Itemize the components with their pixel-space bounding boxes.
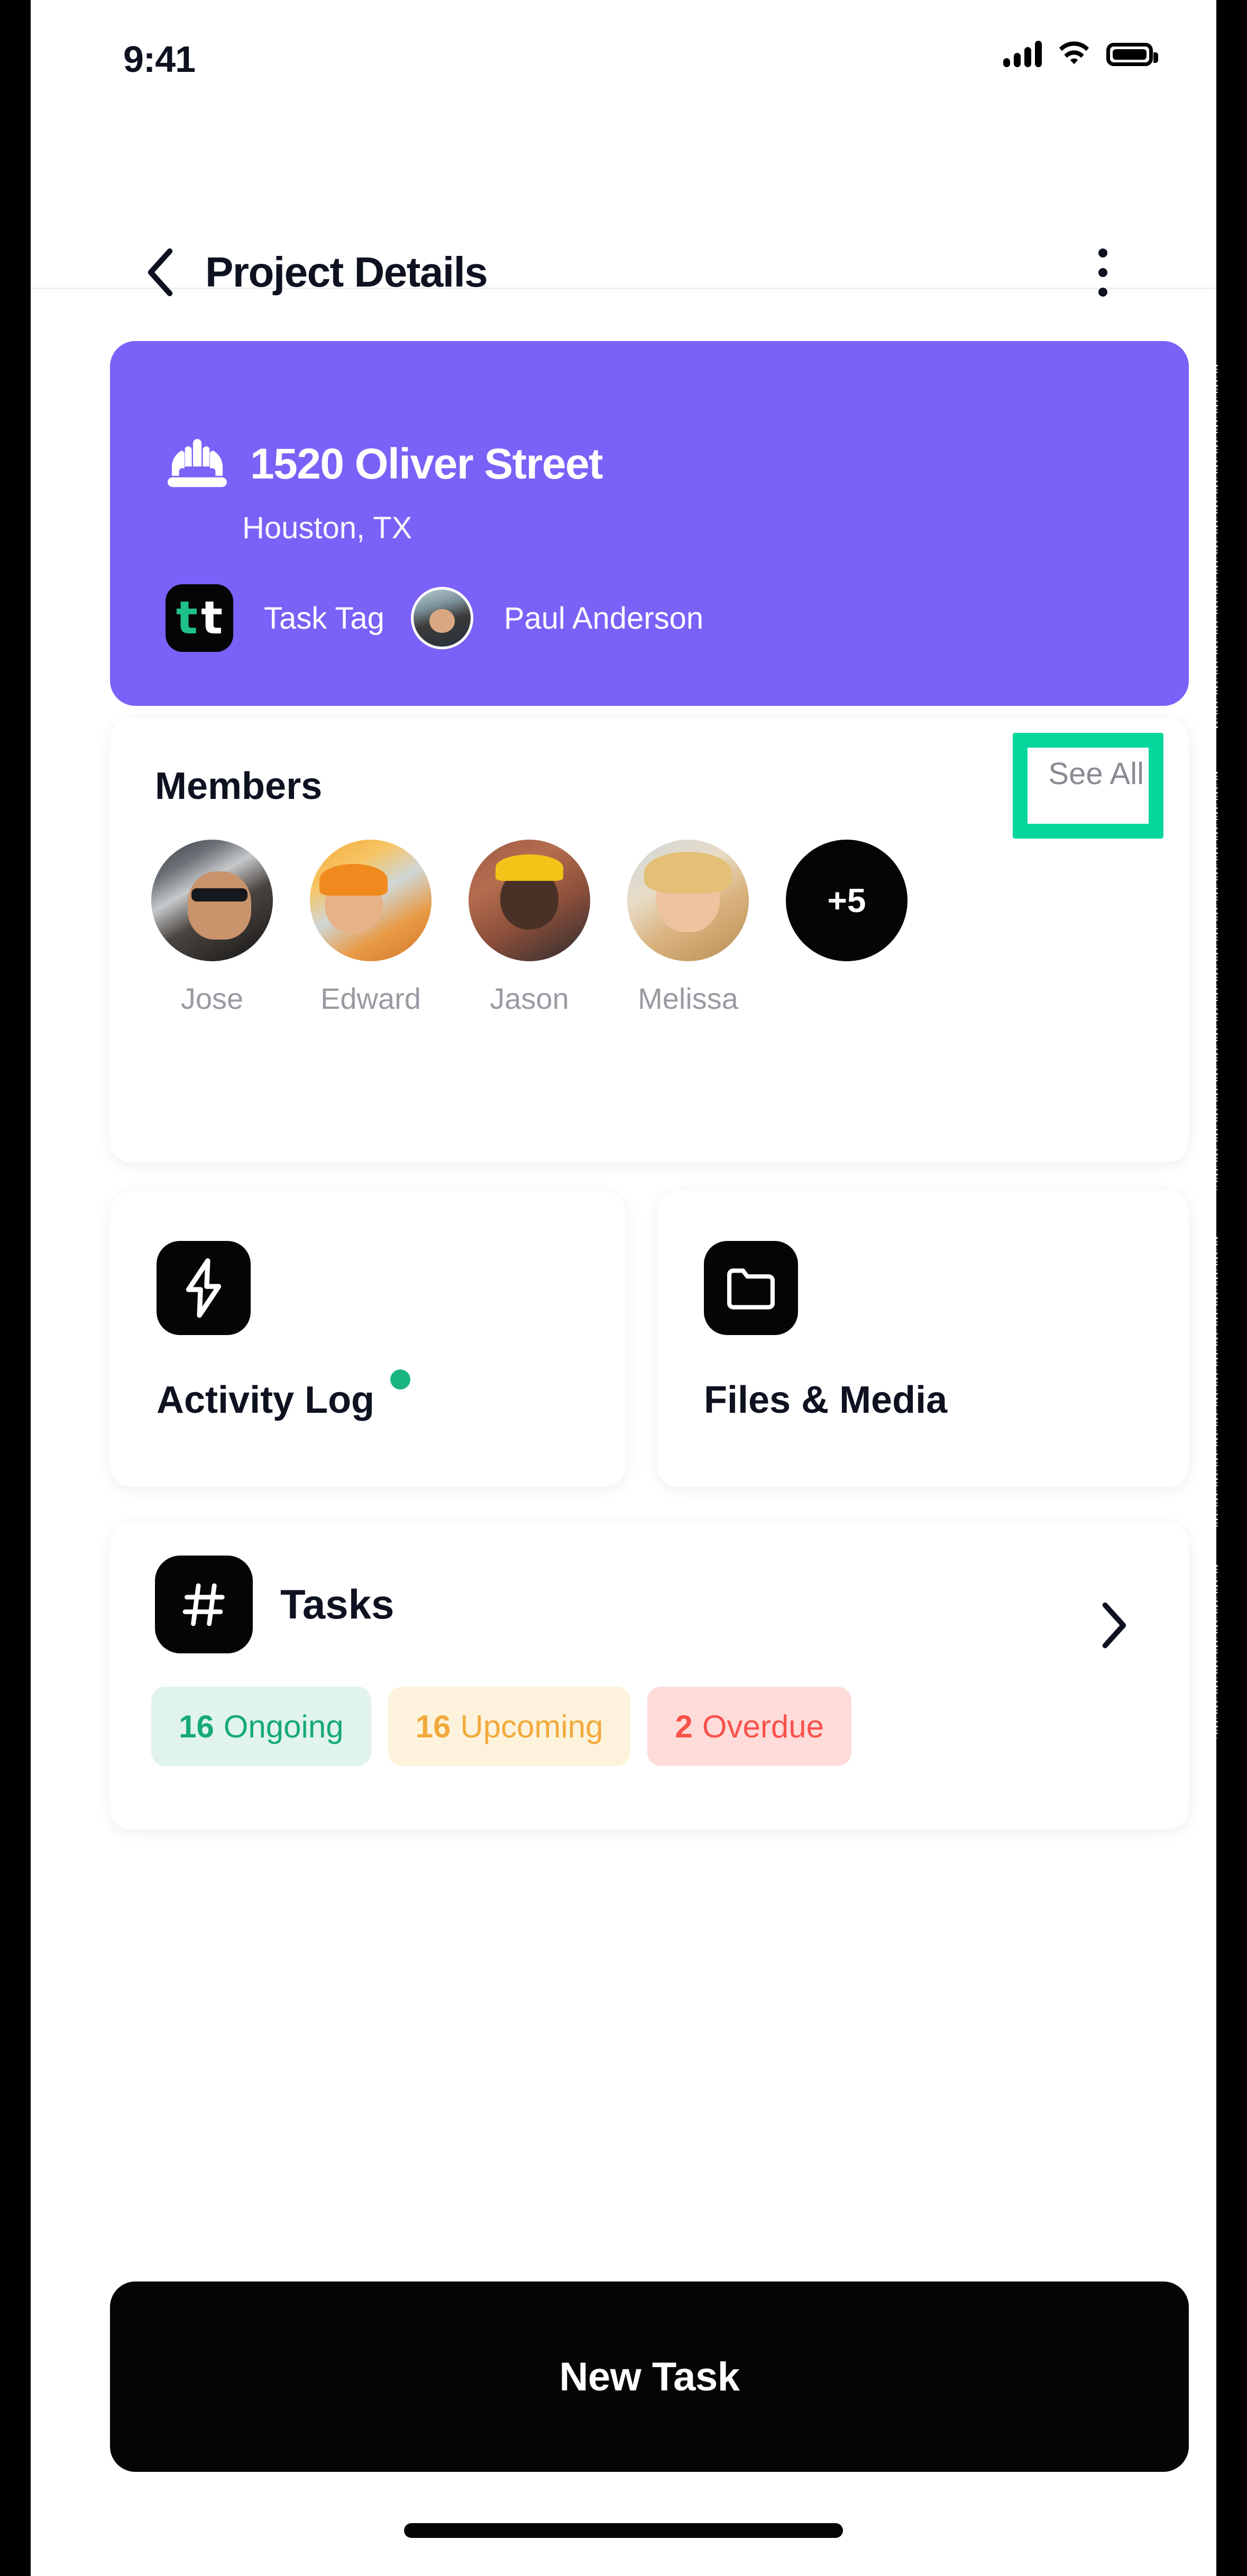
back-button[interactable] [136, 243, 184, 301]
project-summary-card[interactable]: 1520 Oliver Street Houston, TX t t Task … [110, 341, 1189, 706]
avatar [310, 840, 432, 961]
lightning-bolt-icon [157, 1241, 251, 1335]
battery-full-icon [1106, 43, 1158, 66]
cellular-signal-icon [1003, 41, 1042, 67]
tasks-header: Tasks [155, 1556, 394, 1653]
member-item[interactable]: Jose [151, 840, 273, 1016]
avatar [151, 840, 273, 961]
tasks-chevron-right-icon[interactable] [1098, 1601, 1128, 1652]
tasks-label: Tasks [280, 1581, 395, 1627]
members-overflow-count: +5 [786, 840, 907, 961]
member-item[interactable]: Edward [310, 840, 432, 1016]
status-bar-indicators [1003, 41, 1158, 68]
members-overflow-item[interactable]: +5 [786, 840, 907, 1016]
logo-letter-left: t [176, 591, 198, 645]
avatar [627, 840, 749, 961]
files-media-tile[interactable]: Files & Media [657, 1191, 1189, 1487]
phone-frame: 9:41 Project Details 1520 Oliver Street … [0, 0, 1247, 2576]
members-card: Members See All Jose Edward Jason Meliss… [110, 718, 1189, 1162]
chip-label: Ongoing [223, 1708, 344, 1744]
chip-label: Upcoming [460, 1708, 603, 1744]
folder-icon [704, 1241, 798, 1335]
home-indicator [404, 2523, 843, 2538]
project-tag-label: Task Tag [264, 601, 384, 636]
members-title: Members [155, 765, 323, 807]
avatar [469, 840, 590, 961]
status-bar: 9:41 [31, 0, 1216, 98]
chip-label: Overdue [702, 1708, 824, 1744]
project-name: 1520 Oliver Street [250, 439, 603, 488]
new-task-button[interactable]: New Task [110, 2281, 1189, 2472]
status-bar-clock: 9:41 [123, 39, 196, 80]
task-chip-overdue[interactable]: 2 Overdue [647, 1687, 851, 1766]
member-name: Melissa [638, 982, 738, 1015]
member-item[interactable]: Melissa [627, 840, 749, 1016]
activity-log-label: Activity Log [157, 1379, 375, 1421]
task-tag-logo-icon: t t [166, 584, 233, 652]
member-item[interactable]: Jason [469, 840, 590, 1016]
chip-count: 16 [415, 1708, 451, 1744]
tasks-card[interactable]: Tasks 16 Ongoing 16 Upcoming 2 Overdue [110, 1523, 1189, 1829]
hash-icon [155, 1556, 253, 1653]
app-screen: 9:41 Project Details 1520 Oliver Street … [31, 0, 1216, 2576]
task-status-chips: 16 Ongoing 16 Upcoming 2 Overdue [151, 1687, 851, 1766]
members-avatar-list: Jose Edward Jason Melissa +5 [151, 840, 907, 1016]
project-owner-name: Paul Anderson [503, 601, 704, 636]
page-title: Project Details [205, 249, 488, 296]
wifi-icon [1059, 41, 1089, 65]
member-name: Jose [180, 982, 244, 1015]
logo-letter-right: t [201, 591, 223, 645]
owner-avatar [410, 587, 473, 649]
project-meta-row: t t Task Tag Paul Anderson [166, 584, 703, 652]
activity-notification-dot [390, 1369, 410, 1390]
task-chip-ongoing[interactable]: 16 Ongoing [151, 1687, 371, 1766]
member-name: Jason [490, 982, 569, 1015]
overflow-menu-icon[interactable] [1084, 235, 1121, 309]
see-all-button[interactable]: See All [1048, 756, 1144, 792]
activity-log-tile[interactable]: Activity Log [110, 1191, 626, 1487]
project-location: Houston, TX [242, 511, 412, 545]
files-media-label: Files & Media [704, 1379, 948, 1421]
app-header: Project Details [31, 98, 1216, 297]
chip-count: 2 [675, 1708, 693, 1744]
hard-hat-icon [168, 439, 227, 487]
chip-count: 16 [179, 1708, 214, 1744]
chevron-left-icon [148, 248, 173, 297]
project-title-row: 1520 Oliver Street [166, 436, 603, 492]
member-name: Edward [320, 982, 421, 1015]
task-chip-upcoming[interactable]: 16 Upcoming [388, 1687, 631, 1766]
